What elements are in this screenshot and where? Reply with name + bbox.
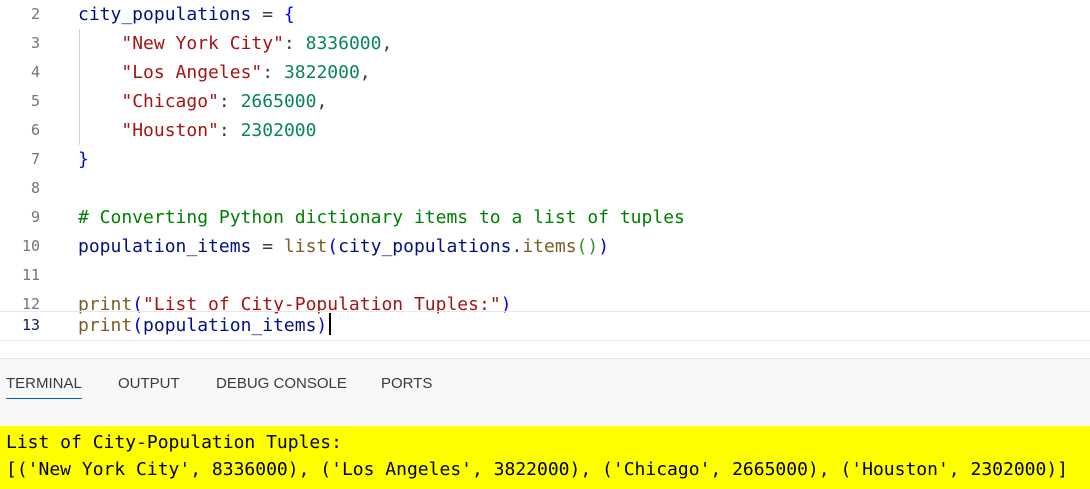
- text-cursor: [329, 313, 332, 335]
- tab-terminal[interactable]: TERMINAL: [6, 375, 82, 399]
- tab-debug-console[interactable]: DEBUG CONSOLE: [216, 375, 347, 398]
- terminal-line: List of City-Population Tuples:: [6, 432, 342, 453]
- code-line[interactable]: 4 "Los Angeles": 3822000,: [0, 58, 1090, 87]
- line-number: 5: [30, 92, 40, 110]
- code-text[interactable]: "Houston": 2302000: [78, 116, 316, 145]
- code-text[interactable]: "Los Angeles": 3822000,: [78, 58, 370, 87]
- terminal-output[interactable]: List of City-Population Tuples: [('New Y…: [0, 426, 1090, 489]
- line-number: 3: [30, 34, 40, 52]
- code-editor[interactable]: 2 city_populations = { 3 "New York City"…: [0, 0, 1090, 358]
- code-text[interactable]: "New York City": 8336000,: [78, 29, 392, 58]
- code-line[interactable]: 5 "Chicago": 2665000,: [0, 87, 1090, 116]
- code-line[interactable]: 2 city_populations = {: [0, 0, 1090, 29]
- tab-ports[interactable]: PORTS: [381, 375, 432, 398]
- code-text[interactable]: population_items = list(city_populations…: [78, 232, 609, 261]
- line-number: 13: [21, 316, 40, 334]
- code-line[interactable]: 10 population_items = list(city_populati…: [0, 232, 1090, 261]
- line-number: 11: [21, 266, 40, 284]
- code-line[interactable]: 7 }: [0, 145, 1090, 174]
- line-number: 10: [21, 237, 40, 255]
- code-line[interactable]: 6 "Houston": 2302000: [0, 116, 1090, 145]
- code-text[interactable]: # Converting Python dictionary items to …: [78, 203, 685, 232]
- code-text[interactable]: "Chicago": 2665000,: [78, 87, 327, 116]
- line-number: 7: [30, 150, 40, 168]
- code-text[interactable]: city_populations = {: [78, 0, 295, 29]
- line-number: 2: [30, 5, 40, 23]
- line-number: 9: [30, 208, 40, 226]
- line-number: 6: [30, 121, 40, 139]
- code-text[interactable]: }: [78, 145, 89, 174]
- terminal-line: [('New York City', 8336000), ('Los Angel…: [6, 459, 1069, 480]
- code-text[interactable]: print(population_items): [78, 311, 332, 340]
- line-number: 8: [30, 179, 40, 197]
- code-line[interactable]: 11: [0, 261, 1090, 290]
- code-line[interactable]: 8: [0, 174, 1090, 203]
- panel-tab-bar: TERMINAL OUTPUT DEBUG CONSOLE PORTS: [0, 358, 1090, 426]
- line-number: 4: [30, 63, 40, 81]
- code-line[interactable]: 3 "New York City": 8336000,: [0, 29, 1090, 58]
- tab-output[interactable]: OUTPUT: [118, 375, 180, 398]
- current-code-line[interactable]: 13 print(population_items): [0, 311, 1090, 341]
- code-line[interactable]: 9 # Converting Python dictionary items t…: [0, 203, 1090, 232]
